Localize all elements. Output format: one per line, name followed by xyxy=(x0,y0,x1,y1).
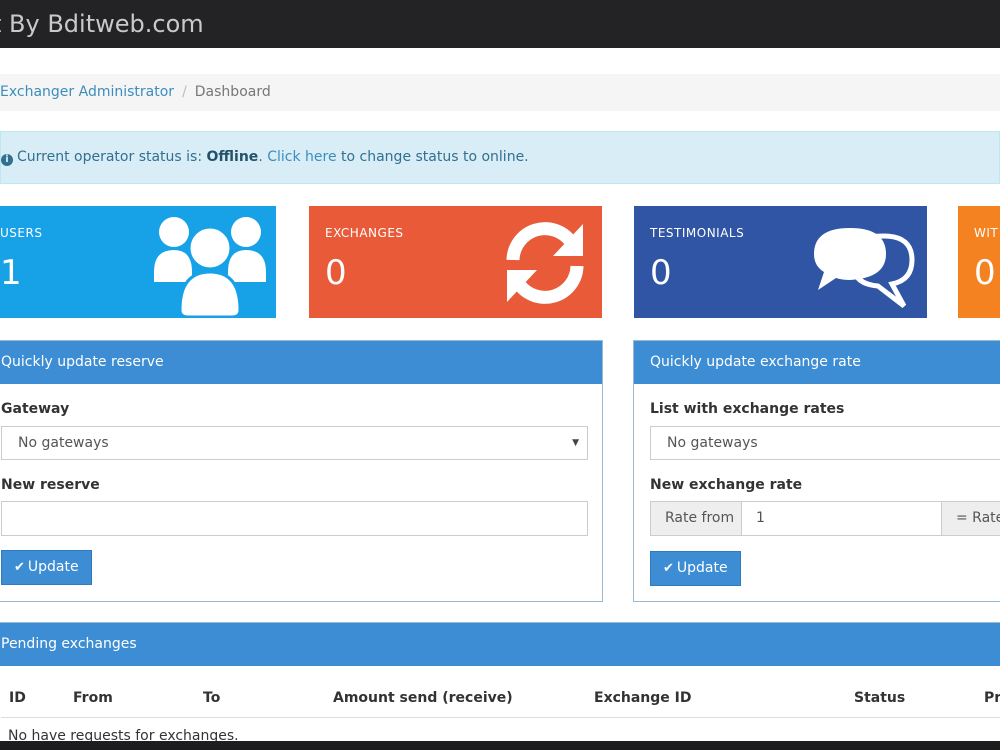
chevron-down-icon: ▼ xyxy=(572,438,579,448)
exchanges-stat-value: 0 xyxy=(325,253,347,293)
exchange-rates-list-label: List with exchange rates xyxy=(650,401,845,417)
update-reserve-button-label: Update xyxy=(27,559,79,575)
update-reserve-button[interactable]: ✔ Update xyxy=(1,550,92,585)
gateway-select[interactable]: No gateways ▼ xyxy=(1,426,588,460)
table-header-divider xyxy=(1,717,1000,718)
check-icon: ✔ xyxy=(663,561,674,576)
new-reserve-input[interactable] xyxy=(1,501,588,536)
check-icon: ✔ xyxy=(14,560,25,575)
breadcrumb-current: Dashboard xyxy=(194,84,271,100)
comments-icon xyxy=(814,228,915,308)
withdrawals-stat-tile[interactable]: WIT 0 xyxy=(958,206,1000,318)
watermark-bar: t By Bditweb.com xyxy=(0,0,1000,48)
pending-exchanges-panel: Pending exchanges ID From To Amount send… xyxy=(0,622,1000,750)
change-status-link[interactable]: Click here xyxy=(267,149,336,165)
watermark-text: t By Bditweb.com xyxy=(0,10,204,38)
update-rate-panel: Quickly update exchange rate List with e… xyxy=(633,340,1000,602)
alert-suffix: to change status to online. xyxy=(336,149,529,165)
alert-dot: . xyxy=(258,149,263,165)
bottom-overlay-strip xyxy=(0,741,1000,750)
new-exchange-rate-label: New exchange rate xyxy=(650,477,803,493)
users-stat-value: 1 xyxy=(0,253,22,293)
update-reserve-panel: Quickly update reserve Gateway No gatewa… xyxy=(0,340,603,602)
users-stat-label: USERS xyxy=(0,226,43,240)
update-rate-button[interactable]: ✔ Update xyxy=(650,551,741,586)
rate-to-addon: = Rate xyxy=(941,501,1000,536)
column-header-amount: Amount send (receive) xyxy=(333,690,513,706)
rate-from-addon: Rate from xyxy=(650,501,742,536)
gateway-label: Gateway xyxy=(1,401,70,417)
column-header-pr: Pr xyxy=(984,690,1000,706)
exchanges-stat-label: EXCHANGES xyxy=(325,226,404,240)
breadcrumb-separator: / xyxy=(182,84,187,100)
info-icon: i xyxy=(1,154,13,166)
alert-prefix: Current operator status is: xyxy=(17,149,207,165)
new-reserve-label: New reserve xyxy=(1,477,100,493)
column-header-exchange-id: Exchange ID xyxy=(594,690,692,706)
exchanges-stat-tile[interactable]: EXCHANGES 0 xyxy=(309,206,602,318)
update-reserve-panel-title: Quickly update reserve xyxy=(0,341,602,384)
column-header-status: Status xyxy=(854,690,906,706)
operator-status: Offline xyxy=(206,149,259,165)
pending-exchanges-title: Pending exchanges xyxy=(0,623,1000,666)
breadcrumb: Exchanger Administrator / Dashboard xyxy=(0,74,1000,111)
breadcrumb-root-link[interactable]: Exchanger Administrator xyxy=(0,84,174,100)
testimonials-stat-value: 0 xyxy=(650,253,672,293)
column-header-to: To xyxy=(203,690,221,706)
update-rate-panel-title: Quickly update exchange rate xyxy=(634,341,1000,384)
withdrawals-stat-label: WIT xyxy=(974,226,999,240)
update-rate-button-label: Update xyxy=(676,560,728,576)
operator-status-alert: i Current operator status is: Offline. Cl… xyxy=(0,131,1000,184)
exchange-rates-select-value: No gateways xyxy=(667,435,758,451)
refresh-icon xyxy=(506,222,584,304)
users-stat-tile[interactable]: USERS 1 xyxy=(0,206,276,318)
testimonials-stat-tile[interactable]: TESTIMONIALS 0 xyxy=(634,206,927,318)
rate-from-input[interactable]: 1 xyxy=(741,501,942,536)
column-header-id: ID xyxy=(9,690,26,706)
column-header-from: From xyxy=(73,690,113,706)
exchange-rates-select[interactable]: No gateways xyxy=(650,426,1000,460)
users-icon xyxy=(154,217,266,318)
testimonials-stat-label: TESTIMONIALS xyxy=(650,226,745,240)
withdrawals-stat-value: 0 xyxy=(974,253,996,293)
gateway-select-value: No gateways xyxy=(18,435,109,451)
